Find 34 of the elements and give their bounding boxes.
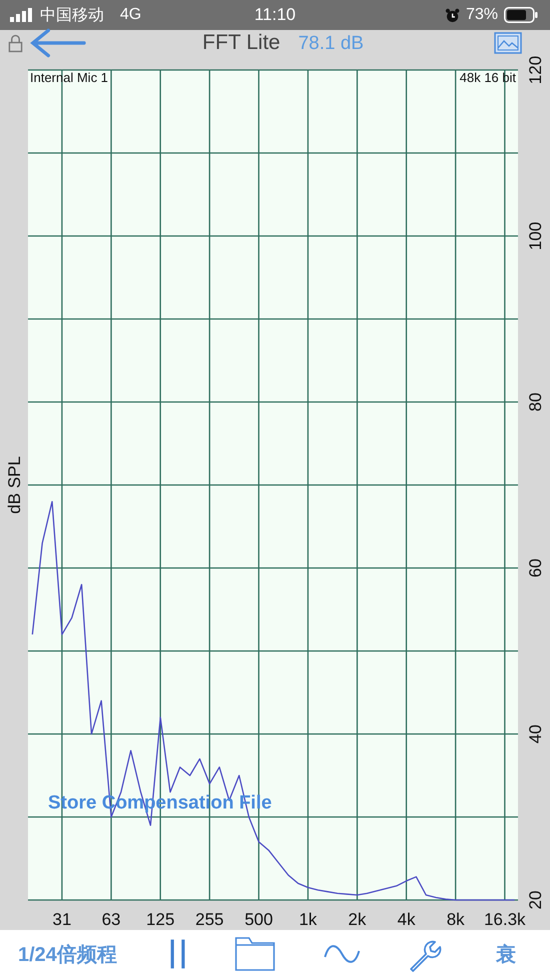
alarm-icon [444, 8, 460, 22]
toolbar-button[interactable]: 衰 [492, 938, 520, 970]
y-axis-label: 20 [526, 890, 545, 910]
network-type: 4G [120, 6, 142, 24]
y-axis-label: 100 [526, 222, 545, 250]
signal-icon [10, 8, 34, 22]
x-axis-label: 1k [298, 910, 317, 929]
folder-icon[interactable] [235, 937, 276, 971]
x-axis-label: 255 [195, 910, 224, 929]
y-axis-label: 120 [526, 56, 545, 84]
resolution-button[interactable]: 1/24倍频程 [14, 938, 121, 970]
y-axis-label: 80 [526, 392, 545, 412]
back-arrow-icon[interactable] [29, 28, 87, 58]
app-title: FFT Lite [202, 31, 280, 55]
pause-icon[interactable] [169, 938, 188, 970]
x-axis-label: 8k [446, 910, 465, 929]
x-axis-label: 31 [52, 910, 72, 929]
x-axis-label: 500 [244, 910, 273, 929]
x-axis-label: 125 [146, 910, 175, 929]
carrier-name: 中国移动 [40, 6, 104, 26]
x-axis-label: 4k [397, 910, 416, 929]
image-icon[interactable] [494, 32, 522, 54]
level-reading: 78.1 dB [298, 33, 364, 55]
clock-time: 11:10 [254, 5, 296, 25]
x-axis-label: 16.3k [484, 910, 526, 929]
x-axis-label: 63 [102, 910, 121, 929]
y-axis-title: dB SPL [5, 456, 24, 514]
lock-icon[interactable] [8, 34, 23, 52]
battery-percent: 73% [466, 6, 498, 24]
y-axis-label: 40 [526, 724, 545, 744]
x-axis-label: 2k [348, 910, 366, 929]
sine-wave-icon[interactable] [324, 943, 360, 965]
battery-icon [504, 7, 538, 23]
y-axis-label: 60 [526, 558, 545, 578]
